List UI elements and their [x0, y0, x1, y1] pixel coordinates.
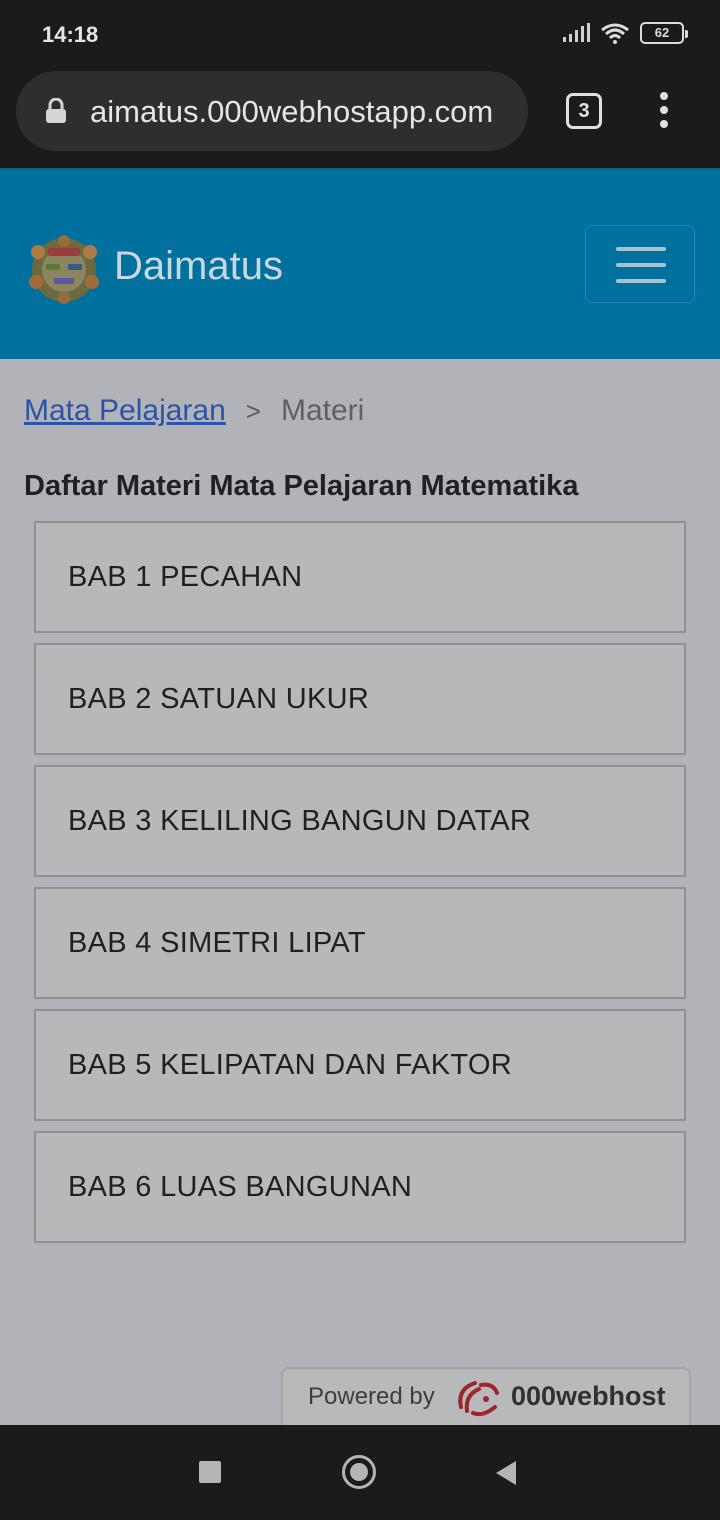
menu-line-icon: [616, 263, 666, 267]
chapter-item-1[interactable]: BAB 1 PECAHAN: [34, 521, 686, 633]
status-time: 14:18: [42, 22, 99, 47]
webhost-logo-icon: [458, 1381, 499, 1417]
chapter-item-6[interactable]: BAB 6 LUAS BANGUNAN: [34, 1131, 686, 1243]
dot-icon: [660, 92, 668, 100]
status-bar: 14:18 62: [0, 0, 720, 66]
home-icon[interactable]: [342, 1455, 376, 1489]
chapter-list: BAB 1 PECAHAN BAB 2 SATUAN UKUR BAB 3 KE…: [34, 521, 686, 1253]
system-nav-bar: [0, 1425, 720, 1520]
site-navbar: Daimatus: [0, 168, 720, 359]
menu-line-icon: [616, 247, 666, 251]
page-title: Daftar Materi Mata Pelajaran Matematika: [24, 470, 579, 502]
battery-icon: 62: [640, 22, 688, 44]
tab-switcher-button[interactable]: 3: [566, 93, 602, 129]
wifi-icon: [601, 23, 629, 44]
url-text[interactable]: aimatus.000webhostapp.com: [90, 94, 493, 130]
chapter-item-5[interactable]: BAB 5 KELIPATAN DAN FAKTOR: [34, 1009, 686, 1121]
breadcrumb: Mata Pelajaran > Materi: [24, 394, 364, 428]
browser-toolbar: aimatus.000webhostapp.com 3: [0, 66, 720, 168]
site-brand[interactable]: Daimatus: [114, 244, 283, 289]
dot-icon: [660, 106, 668, 114]
address-bar[interactable]: aimatus.000webhostapp.com: [16, 71, 528, 151]
chapter-item-4[interactable]: BAB 4 SIMETRI LIPAT: [34, 887, 686, 999]
powered-by-badge[interactable]: Powered by 000webhost: [281, 1367, 691, 1427]
chapter-item-2[interactable]: BAB 2 SATUAN UKUR: [34, 643, 686, 755]
recent-apps-icon[interactable]: [199, 1461, 221, 1483]
site-logo[interactable]: [24, 234, 104, 304]
dot-icon: [660, 120, 668, 128]
webhost-brand-text: 000webhost: [511, 1381, 666, 1411]
navbar-toggle-button[interactable]: [585, 225, 695, 303]
breadcrumb-separator: >: [245, 395, 261, 426]
breadcrumb-current: Materi: [280, 394, 365, 427]
breadcrumb-link-mata-pelajaran[interactable]: Mata Pelajaran: [24, 394, 226, 428]
signal-icon: [563, 23, 590, 42]
status-icons: 62: [562, 22, 688, 44]
back-icon[interactable]: [494, 1459, 518, 1487]
browser-menu-button[interactable]: [653, 92, 675, 132]
powered-by-label: Powered by: [308, 1383, 435, 1410]
menu-line-icon: [616, 279, 666, 283]
lock-icon[interactable]: [44, 98, 68, 124]
chapter-item-3[interactable]: BAB 3 KELILING BANGUN DATAR: [34, 765, 686, 877]
